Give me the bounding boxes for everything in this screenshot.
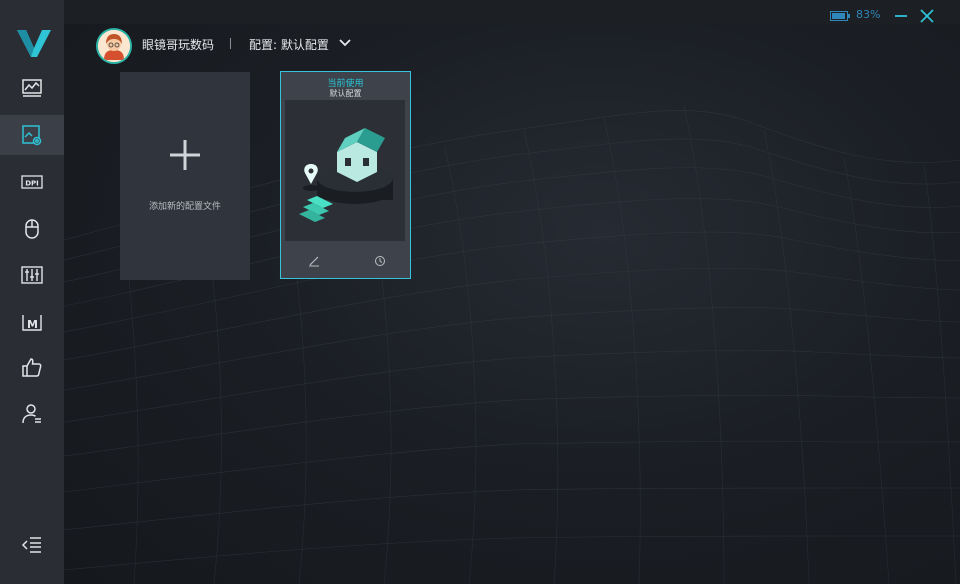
- user-name: 眼镜哥玩数码: [142, 38, 215, 52]
- svg-text:DPI: DPI: [25, 180, 39, 188]
- macro-icon: M: [22, 315, 42, 331]
- mouse-icon: [25, 219, 39, 239]
- close-button[interactable]: [920, 9, 934, 23]
- app-window: DPI M 83% 眼镜哥玩数码 配置: 默认配置 添加新的配置文件 当前使用 …: [0, 0, 960, 584]
- current-profile-card[interactable]: 当前使用 默认配置: [280, 71, 411, 279]
- user-avatar-image: [98, 30, 130, 62]
- add-profile-label: 添加新的配置文件: [148, 202, 221, 212]
- user-account-icon: [22, 404, 41, 424]
- main-area: 83% 眼镜哥玩数码 配置: 默认配置 添加新的配置文件 当前使用 默认配置: [64, 0, 960, 584]
- collapse-sidebar-button[interactable]: [0, 525, 64, 565]
- profile-selector-label[interactable]: 配置: 默认配置: [249, 36, 329, 53]
- chevron-down-icon[interactable]: [338, 38, 352, 48]
- title-bar: [64, 0, 960, 24]
- nav-account[interactable]: [0, 394, 64, 434]
- thumbs-up-icon: [22, 358, 42, 377]
- nav-profile-config[interactable]: [0, 115, 64, 155]
- add-profile-card[interactable]: 添加新的配置文件: [120, 72, 250, 280]
- battery-icon: [830, 11, 850, 21]
- history-clock-icon[interactable]: [374, 255, 386, 267]
- battery-percentage: 83%: [856, 8, 881, 21]
- performance-chart-icon: [22, 79, 42, 97]
- edit-pen-icon[interactable]: [308, 255, 320, 267]
- v-logo[interactable]: [17, 28, 51, 58]
- avatar[interactable]: [96, 28, 132, 64]
- sidebar: DPI M: [0, 0, 64, 584]
- minimize-button[interactable]: [894, 9, 908, 23]
- collapse-menu-icon: [21, 537, 41, 553]
- profile-thumbnail: [285, 100, 405, 241]
- house-illustration: [299, 128, 393, 222]
- dpi-icon: DPI: [21, 175, 43, 189]
- profile-config-icon: [22, 125, 42, 146]
- nav-recommend[interactable]: [0, 348, 64, 388]
- equalizer-sliders-icon: [21, 266, 43, 284]
- plus-icon: [170, 140, 200, 170]
- nav-macro[interactable]: M: [0, 302, 64, 342]
- header-divider: [230, 38, 231, 49]
- profile-name: 默认配置: [329, 89, 362, 98]
- nav-equalizer[interactable]: [0, 255, 64, 295]
- nav-dpi[interactable]: DPI: [0, 162, 64, 202]
- nav-mouse-buttons[interactable]: [0, 209, 64, 249]
- nav-performance[interactable]: [0, 68, 64, 108]
- svg-text:M: M: [27, 318, 38, 331]
